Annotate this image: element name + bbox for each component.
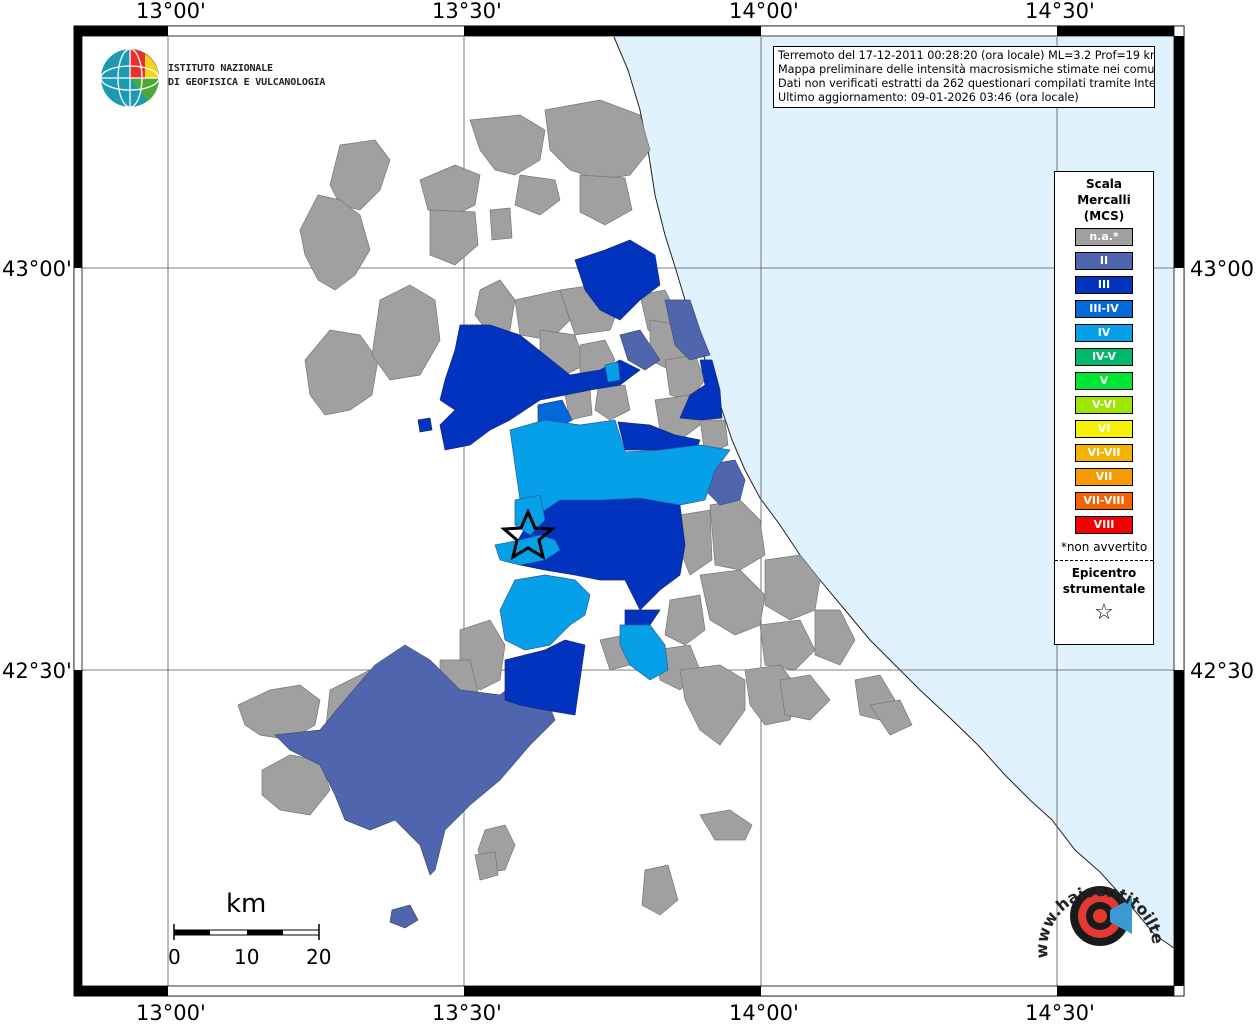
scale-tick-0: 0 <box>168 945 181 969</box>
legend-item-v-vi: V-VI <box>1075 396 1133 414</box>
legend-item-n-a: n.a.* <box>1075 228 1133 246</box>
legend-item-v: V <box>1075 372 1133 390</box>
event-info-line2: Mappa preliminare delle intensità macros… <box>778 63 1155 76</box>
event-info-line4: Ultimo aggiornamento: 09-01-2026 03:46 (… <box>778 91 1079 104</box>
tick-left-4230: 42°30' <box>2 659 72 683</box>
intensity-legend: Scala Mercalli (MCS) n.a.* II III III-IV IV I… <box>1054 171 1154 645</box>
tick-left-4300: 43°00' <box>2 257 72 281</box>
legend-item-vi: VI <box>1075 420 1133 438</box>
legend-title-line2: Mercalli <box>1077 193 1131 207</box>
tick-bottom-1330: 13°30' <box>432 1001 502 1024</box>
globe-logo-icon <box>100 48 160 108</box>
tick-top-1330: 13°30' <box>432 0 502 23</box>
legend-items: n.a.* II III III-IV IV IV-V V V-VI VI VI-VII VII VI… <box>1055 228 1153 534</box>
legend-note: *non avvertito <box>1060 540 1148 554</box>
legend-item-ii: II <box>1075 252 1133 270</box>
ingv-name-line2: DI GEOFISICA E VULCANOLOGIA <box>168 77 326 88</box>
tick-top-1400: 14°00' <box>729 0 799 23</box>
legend-item-vii-viii: VII-VIII <box>1075 492 1133 510</box>
haisentito-logo: www.haisentitoilterremoto.it <box>1012 825 1180 990</box>
scale-tick-10: 10 <box>234 945 259 969</box>
legend-item-vii: VII <box>1075 468 1133 486</box>
tick-top-1300: 13°00' <box>136 0 206 23</box>
legend-item-iv-v: IV-V <box>1075 348 1133 366</box>
ingv-name-line1: ISTITUTO NAZIONALE <box>168 63 273 74</box>
right-tick-labels: 43°00' 42°30' <box>1190 257 1256 683</box>
legend-item-iii-iv: III-IV <box>1075 300 1133 318</box>
tick-top-1430: 14°30' <box>1025 0 1095 23</box>
legend-title-line1: Scala <box>1085 177 1123 191</box>
top-tick-labels: 13°00' 13°30' 14°00' 14°30' <box>136 0 1095 23</box>
event-info-line1: Terremoto del 17-12-2011 00:28:20 (ora l… <box>778 49 1155 62</box>
legend-star-icon: ☆ <box>1094 600 1114 625</box>
legend-item-iv: IV <box>1075 324 1133 342</box>
scale-tick-20: 20 <box>306 945 331 969</box>
event-info-box: Terremoto del 17-12-2011 00:28:20 (ora l… <box>773 46 1155 108</box>
legend-title: Scala Mercalli (MCS) <box>1055 176 1153 224</box>
legend-epicenter-label: Epicentro strumentale <box>1055 565 1153 597</box>
tick-right-4230: 42°30' <box>1190 659 1256 683</box>
scale-unit: km <box>226 889 267 919</box>
scale-bar: 0 10 20 <box>168 924 331 969</box>
bottom-tick-labels: 13°00' 13°30' 14°00' 14°30' <box>136 1001 1095 1024</box>
tick-right-4300: 43°00' <box>1190 257 1256 281</box>
ingv-name: ISTITUTO NAZIONALE DI GEOFISICA E VULCAN… <box>168 62 325 90</box>
legend-item-iii: III <box>1075 276 1133 294</box>
event-info-line3: Dati non verificati estratti da 262 ques… <box>778 77 1155 90</box>
legend-item-vi-vii: VI-VII <box>1075 444 1133 462</box>
left-tick-labels: 43°00' 42°30' <box>2 257 72 683</box>
legend-title-line3: (MCS) <box>1083 209 1125 223</box>
tick-bottom-1400: 14°00' <box>729 1001 799 1024</box>
legend-separator <box>1055 560 1153 561</box>
tick-bottom-1430: 14°30' <box>1025 1001 1095 1024</box>
tick-bottom-1300: 13°00' <box>136 1001 206 1024</box>
haisentito-badge-icon: www.haisentitoilterremoto.it <box>1012 825 1168 959</box>
legend-epicenter-line1: Epicentro <box>1071 566 1137 580</box>
legend-item-viii: VIII <box>1075 516 1133 534</box>
legend-epicenter-line2: strumentale <box>1062 582 1146 596</box>
ingv-logo: ISTITUTO NAZIONALE DI GEOFISICA E VULCAN… <box>100 46 330 110</box>
